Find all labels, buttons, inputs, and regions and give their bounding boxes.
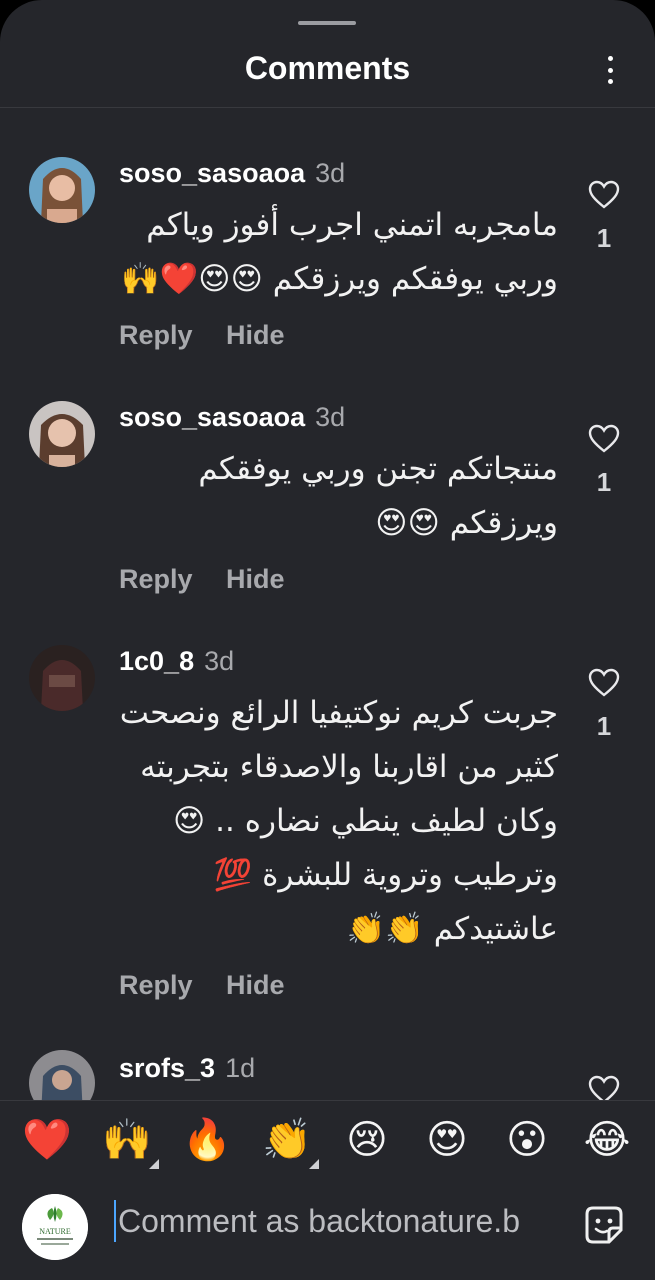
heart-icon[interactable] [588, 424, 620, 454]
avatar[interactable] [29, 157, 95, 223]
reaction-crying-face[interactable]: 😢 [341, 1115, 393, 1165]
comments-header: Comments [0, 30, 655, 108]
like-count: 1 [596, 467, 612, 497]
comment-meta: 1c0_8 3d [119, 646, 234, 676]
like-control [584, 1075, 624, 1100]
comment-line: ويرزقكم 😍😍 [375, 505, 558, 541]
comment-text: مامجربه اتمني اجرب أفوز وياكم وربي يوفقك… [118, 198, 558, 306]
avatar[interactable] [29, 401, 95, 467]
heart-icon[interactable] [588, 1075, 620, 1100]
hide-button[interactable]: Hide [226, 320, 285, 350]
skin-tone-indicator-icon [149, 1159, 159, 1169]
svg-text:NATURE: NATURE [39, 1227, 71, 1236]
username[interactable]: srofs_3 [119, 1053, 215, 1083]
like-count: 1 [596, 223, 612, 253]
avatar[interactable] [29, 645, 95, 711]
comment-actions: Reply Hide [119, 970, 311, 1001]
comment-line: وكان لطيف ينطي نضاره .. 😍 [173, 803, 558, 839]
reaction-raised-hands[interactable]: 🙌 [101, 1115, 159, 1169]
comment-line: جربت كريم نوكتيفيا الرائع ونصحت [119, 695, 558, 731]
reply-button[interactable]: Reply [119, 564, 193, 594]
reaction-tears-of-joy[interactable]: 😂 [581, 1115, 633, 1165]
like-control: 1 [584, 424, 624, 498]
like-control: 1 [584, 668, 624, 742]
username[interactable]: soso_sasoaoa [119, 158, 305, 188]
like-count: 1 [596, 711, 612, 741]
reaction-bar: ❤️ 🙌 🔥 👏 😢 😍 😮 😂 [0, 1100, 655, 1178]
page-title: Comments [244, 50, 411, 86]
comment-line: مامجربه اتمني اجرب أفوز وياكم [146, 207, 558, 243]
reaction-surprised-face[interactable]: 😮 [501, 1115, 553, 1165]
timestamp: 3d [315, 402, 346, 432]
username[interactable]: 1c0_8 [119, 646, 194, 676]
hide-button[interactable]: Hide [226, 970, 285, 1000]
timestamp: 3d [315, 158, 346, 188]
comment-composer: NATURE [0, 1178, 655, 1280]
comment-line: وربي يوفقكم ويرزقكم 😍😍❤️🙌 [121, 261, 558, 297]
reaction-fire[interactable]: 🔥 [181, 1115, 233, 1165]
comment-line: عاشتيدكم 👏👏 [346, 911, 558, 947]
heart-icon[interactable] [588, 668, 620, 698]
sticker-icon[interactable] [583, 1204, 625, 1246]
comment-line: وترطيب وتروية للبشرة 💯 [213, 857, 558, 893]
more-options-icon[interactable] [596, 52, 624, 88]
hide-button[interactable]: Hide [226, 564, 285, 594]
comment-line: منتجاتكم تجنن وربي يوفقكم [198, 451, 558, 487]
comment-meta: soso_sasoaoa 3d [119, 402, 345, 432]
comments-list[interactable]: soso_sasoaoa 3d مامجربه اتمني اجرب أفوز و… [0, 108, 655, 1100]
comment-actions: Reply Hide [119, 320, 311, 351]
like-control: 1 [584, 180, 624, 254]
comment-text: جربت كريم نوكتيفيا الرائع ونصحت كثير من … [118, 686, 558, 956]
reply-button[interactable]: Reply [119, 320, 193, 350]
comment-input[interactable] [114, 1200, 564, 1242]
comment-text: منتجاتكم تجنن وربي يوفقكم ويرزقكم 😍😍 [118, 442, 558, 550]
comment-meta: soso_sasoaoa 3d [119, 158, 345, 188]
skin-tone-indicator-icon [309, 1159, 319, 1169]
reply-button[interactable]: Reply [119, 970, 193, 1000]
username[interactable]: soso_sasoaoa [119, 402, 305, 432]
comment-actions: Reply Hide [119, 564, 311, 595]
reaction-heart-eyes[interactable]: 😍 [421, 1115, 473, 1165]
timestamp: 1d [225, 1053, 256, 1083]
timestamp: 3d [204, 646, 235, 676]
reaction-clapping-hands[interactable]: 👏 [261, 1115, 319, 1169]
avatar[interactable]: NATURE [22, 1194, 88, 1260]
drag-handle[interactable] [298, 21, 356, 25]
reaction-heart[interactable]: ❤️ [21, 1115, 73, 1165]
comment-meta: srofs_3 1d [119, 1053, 255, 1083]
avatar[interactable] [29, 1050, 95, 1100]
comments-sheet: Comments soso_sasoaoa 3d مامجربه اتمني اج… [0, 0, 655, 1280]
heart-icon[interactable] [588, 180, 620, 210]
comment-line: كثير من اقاربنا والاصدقاء بتجربته [140, 749, 558, 785]
